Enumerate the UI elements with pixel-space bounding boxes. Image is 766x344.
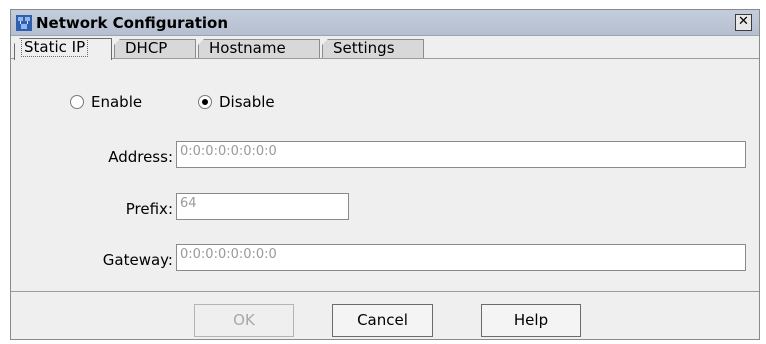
network-icon [16, 15, 32, 31]
tab-hostname[interactable]: Hostname [198, 39, 320, 58]
radio-selected-dot [202, 99, 208, 105]
divider [11, 291, 759, 292]
tab-settings[interactable]: Settings [322, 39, 424, 58]
ok-button[interactable]: OK [194, 304, 294, 337]
gateway-field[interactable]: 0:0:0:0:0:0:0:0 [176, 244, 746, 271]
tab-label: Settings [333, 39, 395, 57]
tab-strip: Static IP DHCP Hostname Settings [11, 36, 759, 60]
tab-label: Static IP [21, 38, 89, 57]
prefix-field[interactable]: 64 [176, 193, 349, 220]
address-label: Address: [108, 148, 173, 166]
tab-label: Hostname [209, 39, 286, 57]
tab-label: DHCP [125, 39, 168, 57]
tab-static-ip[interactable]: Static IP [14, 38, 112, 60]
tab-dhcp[interactable]: DHCP [114, 39, 196, 58]
title-bar[interactable]: Network Configuration ✕ [11, 10, 759, 36]
gateway-label: Gateway: [102, 251, 173, 269]
close-button[interactable]: ✕ [735, 14, 752, 31]
radio-circle [70, 95, 84, 109]
disable-label: Disable [219, 93, 275, 111]
window-title: Network Configuration [36, 14, 228, 32]
radio-circle [198, 95, 212, 109]
cancel-button[interactable]: Cancel [332, 304, 433, 337]
network-configuration-dialog: Network Configuration ✕ Static IP DHCP H… [10, 9, 760, 340]
enable-label: Enable [91, 93, 143, 111]
address-field[interactable]: 0:0:0:0:0:0:0:0 [176, 141, 746, 168]
help-button[interactable]: Help [481, 304, 581, 337]
close-icon: ✕ [738, 14, 749, 29]
prefix-label: Prefix: [125, 200, 173, 218]
